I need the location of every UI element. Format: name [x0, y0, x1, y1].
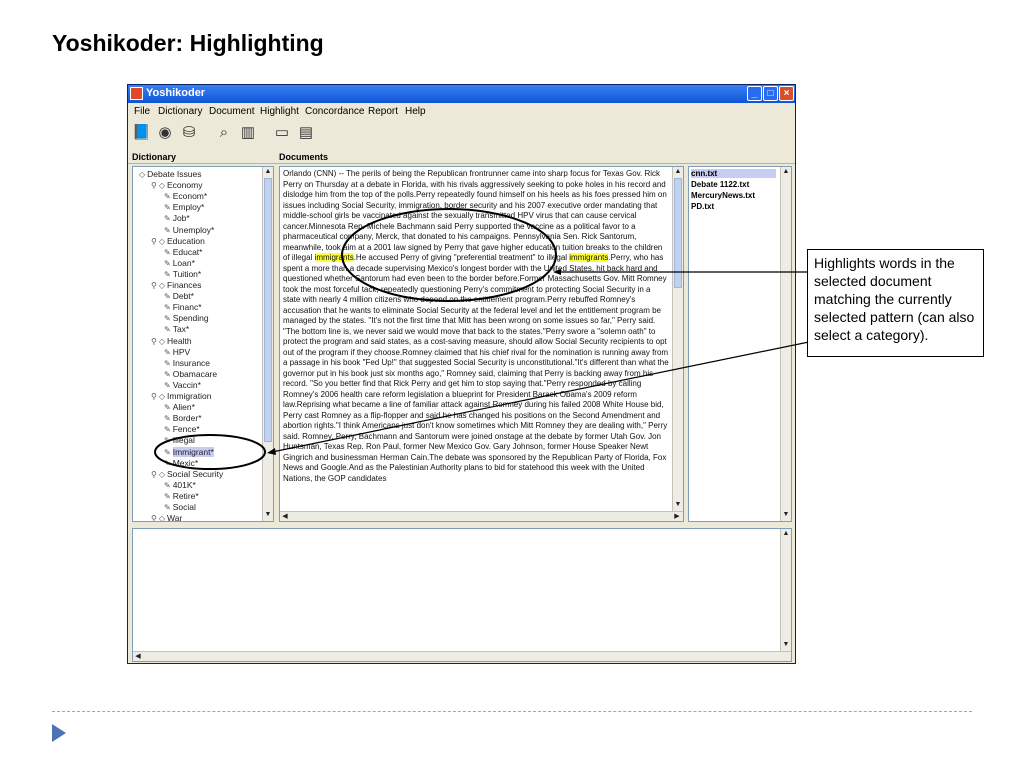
- footer-divider: [52, 711, 972, 712]
- annotation-overlay: [154, 208, 883, 470]
- arrowhead-icon: [267, 448, 276, 455]
- arrowhead-icon: [553, 269, 561, 275]
- selection-ellipse: [154, 434, 266, 470]
- callout-arrow-bottom: [271, 326, 883, 453]
- callout-box: Highlights words in the selected documen…: [807, 249, 984, 357]
- highlight-ellipse: [341, 208, 557, 302]
- play-arrow-icon: [52, 724, 66, 742]
